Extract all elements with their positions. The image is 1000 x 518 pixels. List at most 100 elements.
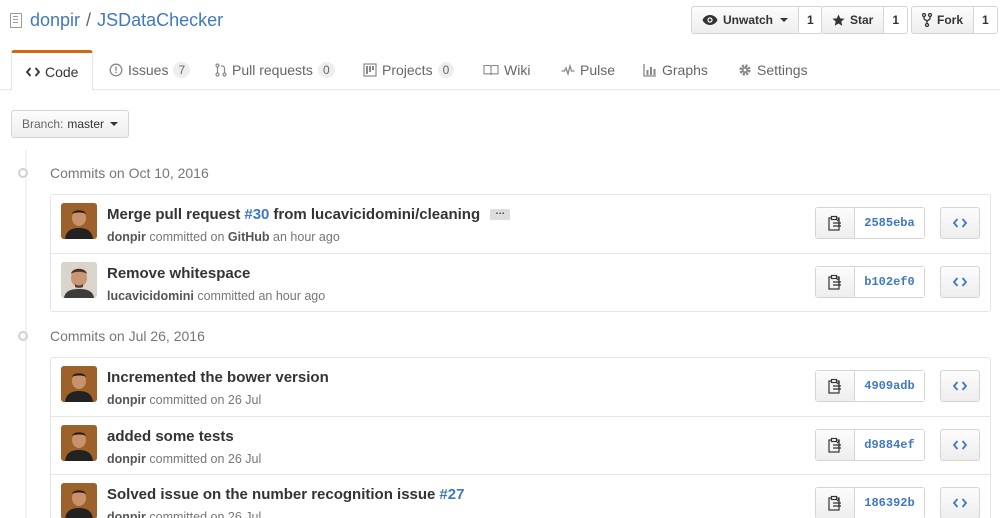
commit-message-text[interactable]: Incremented the bower version <box>107 369 329 386</box>
avatar[interactable] <box>61 366 97 402</box>
branch-label: Branch: <box>22 117 64 131</box>
browse-files-button[interactable] <box>940 266 980 298</box>
commit-time: an hour ago <box>273 230 340 244</box>
graph-icon <box>643 64 656 77</box>
commit-message-text[interactable]: added some tests <box>107 428 234 445</box>
star-button[interactable]: Star <box>821 6 885 34</box>
tab-wiki[interactable]: Wiki <box>483 50 530 90</box>
branch-select-button[interactable]: Branch: master <box>11 110 130 138</box>
fork-button[interactable]: Fork <box>911 6 975 34</box>
tab-issues[interactable]: Issues 7 <box>109 50 191 90</box>
commit-time: 26 Jul <box>227 393 262 407</box>
browse-files-button[interactable] <box>940 487 980 518</box>
commit-time: 26 Jul <box>227 452 262 466</box>
avatar[interactable] <box>61 203 97 239</box>
tab-pulse-label: Pulse <box>580 62 616 78</box>
commit-message-text[interactable]: Merge pull request <box>107 206 240 223</box>
avatar[interactable] <box>61 483 97 518</box>
tab-pulse[interactable]: Pulse <box>561 50 615 90</box>
stargazers-count[interactable]: 1 <box>884 6 909 34</box>
commit-message-text[interactable]: Solved issue on the number recognition i… <box>107 486 435 503</box>
commit-action: committed on <box>149 230 225 244</box>
commit-sha-link[interactable]: d9884ef <box>855 430 924 460</box>
tab-settings-label: Settings <box>757 62 808 78</box>
commit-message-text[interactable]: Remove whitespace <box>107 265 250 282</box>
sha-button-group: 186392b <box>815 487 925 518</box>
fork-label: Fork <box>937 13 964 27</box>
forks-count[interactable]: 1 <box>974 6 998 34</box>
commit-row: Solved issue on the number recognition i… <box>51 474 990 518</box>
commit-group-date: Commits on Oct 10, 2016 <box>50 165 209 181</box>
browse-files-button[interactable] <box>940 370 980 402</box>
issue-link[interactable]: #27 <box>439 486 464 503</box>
code-icon <box>953 277 967 287</box>
repo-name-link[interactable]: JSDataChecker <box>97 10 223 31</box>
expand-message-button[interactable]: … <box>490 207 511 220</box>
copy-sha-button[interactable] <box>816 488 855 518</box>
tab-code-label: Code <box>45 63 79 80</box>
clippy-icon <box>828 495 841 511</box>
tab-code[interactable]: Code <box>11 50 94 91</box>
commit-message[interactable]: Incremented the bower version <box>107 369 329 386</box>
watchers-count[interactable]: 1 <box>799 6 823 34</box>
copy-sha-button[interactable] <box>816 267 855 297</box>
browse-files-button[interactable] <box>940 207 980 239</box>
repo-owner-link[interactable]: donpir <box>30 10 80 31</box>
commit-sha-link[interactable]: 4909adb <box>855 371 924 401</box>
commit-group-title: Commits on Jul 26, 2016 <box>18 328 205 344</box>
book-icon <box>483 64 499 76</box>
commit-meta: donpir committed on 26 Jul <box>107 393 261 407</box>
eye-icon <box>702 15 718 25</box>
commit-action: committed on <box>149 510 225 518</box>
commit-message[interactable]: Remove whitespace <box>107 265 250 282</box>
copy-sha-button[interactable] <box>816 208 855 238</box>
commit-action: committed <box>197 289 255 303</box>
unwatch-label: Unwatch <box>723 13 774 27</box>
commit-sha-link[interactable]: b102ef0 <box>855 267 924 297</box>
commit-author[interactable]: donpir <box>107 510 146 518</box>
tab-graphs[interactable]: Graphs <box>643 50 708 90</box>
pull-request-link[interactable]: #30 <box>244 206 269 223</box>
commit-message[interactable]: Merge pull request #30 from lucavicidomi… <box>107 206 511 223</box>
sha-button-group: 2585eba <box>815 207 925 239</box>
commit-author[interactable]: donpir <box>107 230 146 244</box>
tab-graphs-label: Graphs <box>662 62 708 78</box>
tab-projects[interactable]: Projects 0 <box>363 50 455 90</box>
commit-action: committed on <box>149 452 225 466</box>
sha-button-group: b102ef0 <box>815 266 925 298</box>
commit-sha-link[interactable]: 2585eba <box>855 208 924 238</box>
gear-icon <box>739 64 751 76</box>
copy-sha-button[interactable] <box>816 430 855 460</box>
pull-requests-counter: 0 <box>317 62 335 78</box>
star-label: Star <box>850 13 874 27</box>
code-icon <box>953 218 967 228</box>
commit-message[interactable]: Solved issue on the number recognition i… <box>107 486 468 503</box>
code-icon <box>953 498 967 508</box>
commit-author[interactable]: donpir <box>107 393 146 407</box>
commit-message-text[interactable]: from lucavicidomini/cleaning <box>273 206 480 223</box>
commit-row: Incremented the bower version donpir com… <box>51 358 990 416</box>
sha-button-group: d9884ef <box>815 429 925 461</box>
commit-meta: donpir committed on 26 Jul <box>107 510 261 518</box>
tab-projects-label: Projects <box>382 62 433 78</box>
commit-meta: lucavicidomini committed an hour ago <box>107 289 325 303</box>
commit-group-date: Commits on Jul 26, 2016 <box>50 328 205 344</box>
commit-row: Remove whitespace lucavicidomini committ… <box>51 253 990 311</box>
commit-author[interactable]: lucavicidomini <box>107 289 194 303</box>
commit-meta: donpir committed on GitHub an hour ago <box>107 230 340 244</box>
commit-row: added some tests donpir committed on 26 … <box>51 416 990 474</box>
avatar[interactable] <box>61 425 97 461</box>
browse-files-button[interactable] <box>940 429 980 461</box>
commit-message[interactable]: added some tests <box>107 428 234 445</box>
commit-author[interactable]: donpir <box>107 452 146 466</box>
commit-meta: donpir committed on 26 Jul <box>107 452 261 466</box>
tab-pull-requests[interactable]: Pull requests 0 <box>215 50 335 90</box>
avatar[interactable] <box>61 262 97 298</box>
commit-time: 26 Jul <box>227 510 262 518</box>
commit-group-dot-icon <box>18 168 28 178</box>
tab-settings[interactable]: Settings <box>738 50 808 90</box>
unwatch-button[interactable]: Unwatch <box>691 6 800 34</box>
code-icon <box>953 381 967 391</box>
commit-sha-link[interactable]: 186392b <box>855 488 924 518</box>
copy-sha-button[interactable] <box>816 371 855 401</box>
